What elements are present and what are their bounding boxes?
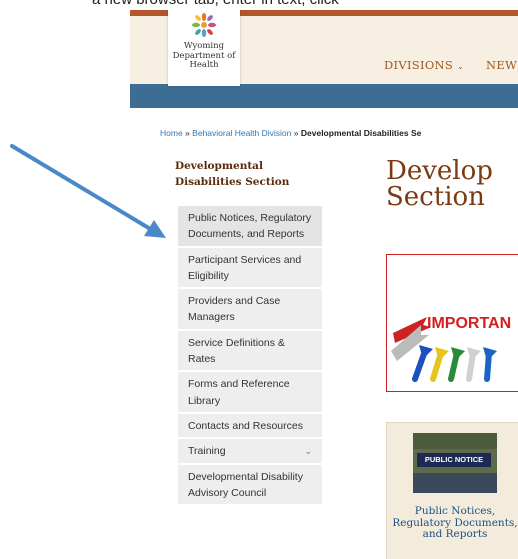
annotation-arrow-icon xyxy=(10,144,166,238)
